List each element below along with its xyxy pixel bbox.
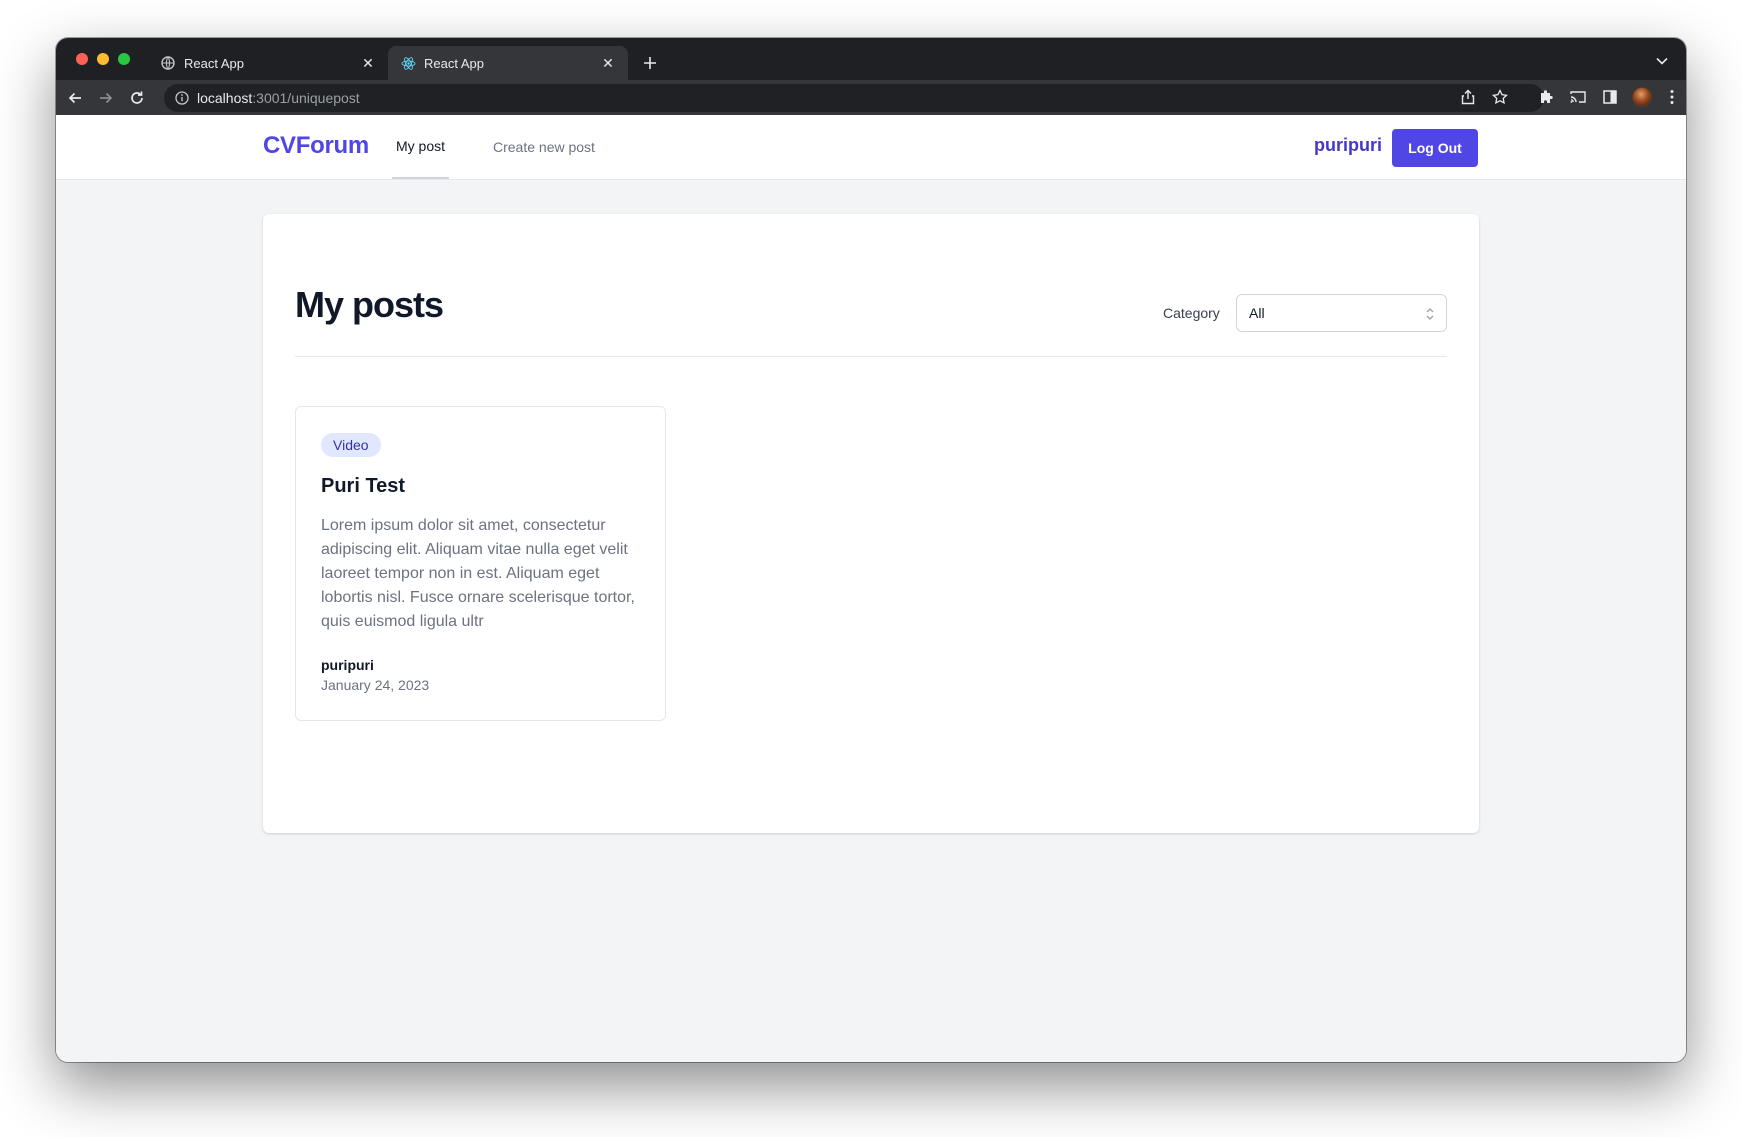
forward-button[interactable] [93, 85, 119, 111]
back-button[interactable] [62, 85, 88, 111]
puzzle-icon [1541, 90, 1553, 103]
maximize-window-button[interactable] [118, 53, 130, 65]
info-icon[interactable] [174, 90, 190, 106]
browser-tab-1[interactable]: React App ✕ [148, 46, 388, 80]
share-icon [1461, 89, 1475, 105]
tab-search-button[interactable] [1652, 51, 1672, 71]
tab-strip: React App ✕ React App ✕ [56, 38, 1686, 80]
address-bar[interactable]: localhost:3001/uniquepost [164, 84, 1544, 112]
username: puripuri [1314, 135, 1382, 155]
nav-link-my-post[interactable]: My post [392, 115, 450, 179]
new-tab-button[interactable] [636, 49, 664, 77]
select-chevrons-icon [1424, 305, 1436, 323]
category-badge: Video [321, 433, 381, 457]
chevron-down-icon [1656, 57, 1668, 65]
content-panel: My posts Category All Video Puri Test Lo… [263, 214, 1479, 833]
post-excerpt: Lorem ipsum dolor sit amet, consectetur … [321, 517, 635, 630]
log-out-button[interactable]: Log Out [1392, 129, 1478, 167]
globe-icon [160, 55, 176, 71]
side-panel-icon [1603, 90, 1617, 104]
page-title: My posts [295, 284, 444, 325]
minimize-window-button[interactable] [97, 53, 109, 65]
browser-tab-2[interactable]: React App ✕ [388, 46, 628, 80]
arrow-right-icon [100, 92, 113, 104]
close-tab-icon[interactable]: ✕ [360, 55, 376, 71]
navbar: CVForum My post Create new post puripuri… [56, 115, 1686, 180]
nav-link-create-new-post[interactable]: Create new post [489, 115, 599, 179]
reload-icon [131, 91, 143, 104]
app-viewport: CVForum My post Create new post puripuri… [56, 115, 1686, 1062]
arrow-left-icon [68, 92, 81, 104]
cast-button[interactable] [1566, 85, 1590, 109]
post-date: January 24, 2023 [321, 677, 430, 693]
reload-button[interactable] [124, 85, 150, 111]
avatar [1632, 87, 1652, 107]
cast-icon [1570, 91, 1586, 103]
extensions-button[interactable] [1534, 85, 1558, 109]
post-card[interactable]: Video Puri Test Lorem ipsum dolor sit am… [295, 406, 666, 721]
category-label: Category [1163, 305, 1220, 321]
browser-window: React App ✕ React App ✕ localhost:3001/… [56, 38, 1686, 1062]
category-select-value: All [1249, 305, 1265, 321]
side-panel-button[interactable] [1598, 85, 1622, 109]
profile-button[interactable] [1630, 85, 1654, 109]
browser-toolbar: localhost:3001/uniquepost [56, 80, 1686, 115]
react-logo-icon [400, 55, 416, 71]
close-window-button[interactable] [76, 53, 88, 65]
plus-icon [644, 57, 656, 69]
post-author: puripuri [321, 657, 374, 673]
category-select[interactable]: All [1236, 294, 1447, 332]
share-button[interactable] [1456, 85, 1480, 109]
bookmark-button[interactable] [1488, 85, 1512, 109]
url-path: :3001/uniquepost [252, 90, 360, 106]
tab-title: React App [424, 55, 484, 71]
close-tab-icon[interactable]: ✕ [600, 55, 616, 71]
more-vertical-icon [1670, 90, 1674, 104]
url-host: localhost [197, 90, 253, 106]
star-icon [1492, 89, 1508, 105]
brand-logo[interactable]: CVForum [263, 132, 369, 160]
divider [295, 356, 1447, 357]
tab-title: React App [184, 55, 244, 71]
post-title[interactable]: Puri Test [321, 475, 405, 498]
browser-menu-button[interactable] [1660, 85, 1684, 109]
